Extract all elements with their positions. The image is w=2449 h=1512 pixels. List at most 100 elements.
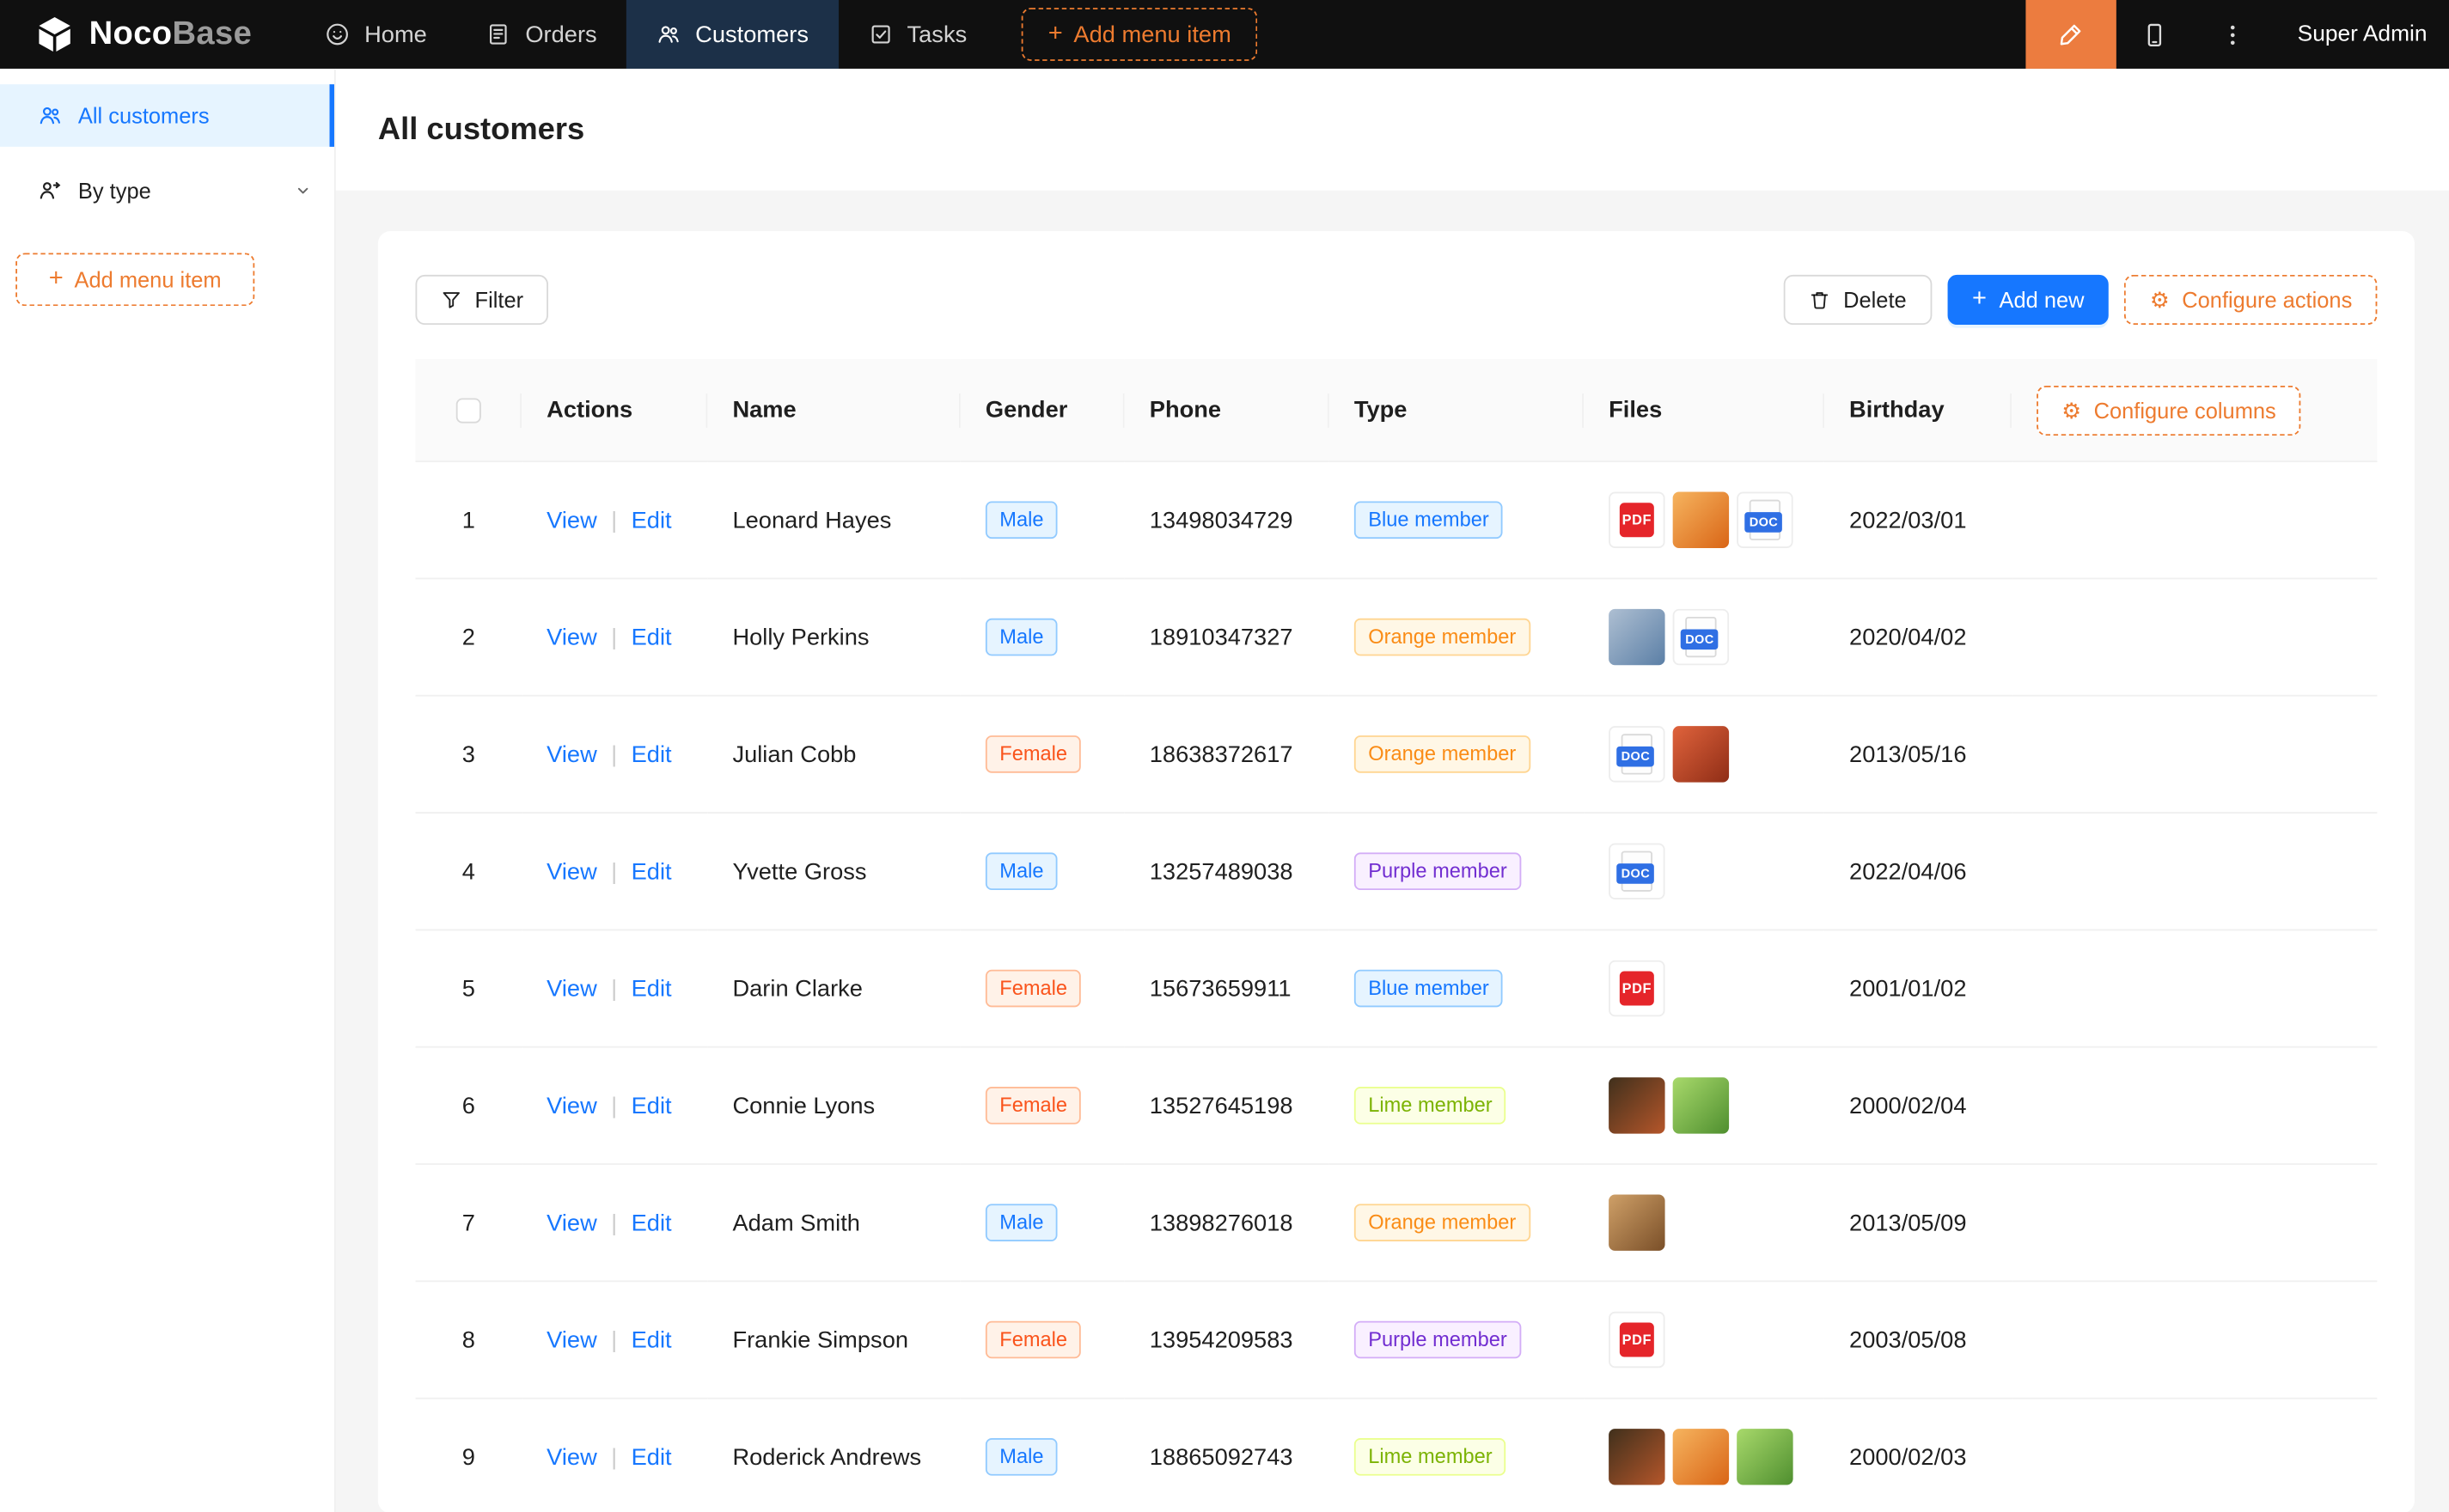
gender-cell: Male <box>961 814 1125 930</box>
nav-item-orders[interactable]: Orders <box>456 0 626 69</box>
add-new-button[interactable]: + Add new <box>1947 275 2110 325</box>
nav-item-home[interactable]: Home <box>296 0 456 69</box>
birthday-cell: 2022/03/01 <box>1824 462 2012 579</box>
nocobase-logo[interactable]: NocoBase <box>0 0 296 69</box>
type-tag: Orange member <box>1354 1204 1530 1241</box>
view-link[interactable]: View <box>547 507 597 533</box>
photo-orange-thumbnail[interactable] <box>1673 492 1729 548</box>
nav-item-tasks[interactable]: Tasks <box>839 0 997 69</box>
table-row: 9 View|Edit Roderick Andrews Male 188650… <box>415 1399 2377 1512</box>
empty-cell <box>2012 697 2377 814</box>
main-menu: Home Orders Customers Tasks <box>296 0 1258 69</box>
edit-link[interactable]: Edit <box>632 741 672 767</box>
row-actions-cell: View|Edit <box>522 1048 707 1165</box>
nav-add-menu-item-button[interactable]: + Add menu item <box>1022 8 1258 61</box>
phone-cell: 13527645198 <box>1125 1048 1329 1165</box>
edit-link[interactable]: Edit <box>632 1326 672 1353</box>
ui-editor-button[interactable] <box>2025 0 2116 69</box>
files-cell <box>1584 1165 1824 1282</box>
doc-thumbnail[interactable]: DOC <box>1609 844 1664 899</box>
photo-green-thumbnail[interactable] <box>1737 1429 1792 1485</box>
row-index: 6 <box>415 1048 522 1165</box>
row-index: 8 <box>415 1282 522 1399</box>
empty-cell <box>2012 1282 2377 1399</box>
action-separator: | <box>611 1443 617 1470</box>
pen-icon <box>2057 21 2086 49</box>
edit-link[interactable]: Edit <box>632 858 672 885</box>
files-cell: PDF DOC <box>1584 462 1824 579</box>
row-actions-cell: View|Edit <box>522 930 707 1047</box>
edit-link[interactable]: Edit <box>632 1443 672 1470</box>
photo-red-thumbnail[interactable] <box>1673 726 1729 782</box>
edit-link[interactable]: Edit <box>632 1092 672 1119</box>
type-cell: Lime member <box>1329 1048 1584 1165</box>
photo-orange-thumbnail[interactable] <box>1673 1429 1729 1485</box>
table-header-row: Actions Name Gender Phone Type Files Bir… <box>415 359 2377 462</box>
pdf-thumbnail[interactable]: PDF <box>1609 960 1664 1016</box>
mobile-view-button[interactable] <box>2116 0 2195 69</box>
plus-icon: + <box>1048 21 1063 46</box>
birthday-cell: 2013/05/16 <box>1824 697 2012 814</box>
view-link[interactable]: View <box>547 858 597 885</box>
configure-actions-button[interactable]: ⚙ Configure actions <box>2125 275 2378 325</box>
birthday-cell: 2000/02/04 <box>1824 1048 2012 1165</box>
view-link[interactable]: View <box>547 1326 597 1353</box>
birthday-cell: 2022/04/06 <box>1824 814 2012 930</box>
filter-button[interactable]: Filter <box>415 275 548 325</box>
type-cell: Purple member <box>1329 1282 1584 1399</box>
view-link[interactable]: View <box>547 1443 597 1470</box>
table-row: 4 View|Edit Yvette Gross Male 1325748903… <box>415 814 2377 930</box>
plus-icon: + <box>49 267 64 292</box>
type-cell: Purple member <box>1329 814 1584 930</box>
edit-link[interactable]: Edit <box>632 1210 672 1236</box>
files-cell: PDF <box>1584 930 1824 1047</box>
photo-dark-thumbnail[interactable] <box>1609 1077 1664 1133</box>
view-link[interactable]: View <box>547 1210 597 1236</box>
files-cell: PDF <box>1584 1282 1824 1399</box>
sidebar-item-all-customers[interactable]: All customers <box>0 84 334 147</box>
gender-tag: Female <box>986 1321 1082 1359</box>
row-actions-cell: View|Edit <box>522 1165 707 1282</box>
gender-tag: Female <box>986 735 1082 773</box>
type-tag: Lime member <box>1354 1087 1506 1125</box>
nav-item-customers[interactable]: Customers <box>626 0 838 69</box>
photo-brown-thumbnail[interactable] <box>1609 1194 1664 1250</box>
current-user-menu[interactable]: Super Admin <box>2273 0 2449 69</box>
select-all-checkbox[interactable] <box>456 399 481 424</box>
pdf-icon: PDF <box>1620 503 1654 537</box>
sidebar-item-by-type[interactable]: By type <box>0 159 334 222</box>
sidebar-add-menu-item-button[interactable]: + Add menu item <box>15 253 254 306</box>
birthday-cell: 2001/01/02 <box>1824 930 2012 1047</box>
table-row: 8 View|Edit Frankie Simpson Female 13954… <box>415 1282 2377 1399</box>
nocobase-logo-icon <box>34 14 75 54</box>
edit-link[interactable]: Edit <box>632 624 672 650</box>
doc-thumbnail[interactable]: DOC <box>1737 492 1792 548</box>
edit-link[interactable]: Edit <box>632 507 672 533</box>
doc-thumbnail[interactable]: DOC <box>1609 726 1664 782</box>
birthday-cell: 2020/04/02 <box>1824 579 2012 696</box>
pdf-thumbnail[interactable]: PDF <box>1609 492 1664 548</box>
phone-cell: 13898276018 <box>1125 1165 1329 1282</box>
column-header-files: Files <box>1584 359 1824 462</box>
customer-name-cell: Frankie Simpson <box>707 1282 960 1399</box>
view-link[interactable]: View <box>547 975 597 1002</box>
table-row: 5 View|Edit Darin Clarke Female 15673659… <box>415 930 2377 1047</box>
photo-dark-thumbnail[interactable] <box>1609 1429 1664 1485</box>
view-link[interactable]: View <box>547 741 597 767</box>
delete-button[interactable]: Delete <box>1784 275 1932 325</box>
view-link[interactable]: View <box>547 624 597 650</box>
doc-thumbnail[interactable]: DOC <box>1673 609 1729 665</box>
photo-green-thumbnail[interactable] <box>1673 1077 1729 1133</box>
pdf-thumbnail[interactable]: PDF <box>1609 1312 1664 1368</box>
edit-link[interactable]: Edit <box>632 975 672 1002</box>
more-options-button[interactable] <box>2195 0 2273 69</box>
toolbar-right-actions: Delete + Add new ⚙ Configure actions <box>1784 275 2377 325</box>
table-row: 6 View|Edit Connie Lyons Female 13527645… <box>415 1048 2377 1165</box>
navbar-right-actions: Super Admin <box>2025 0 2449 69</box>
customers-icon <box>657 21 681 46</box>
photo-blue-thumbnail[interactable] <box>1609 609 1664 665</box>
app-root: NocoBase Home Orders <box>0 0 2449 1512</box>
configure-columns-button[interactable]: ⚙ Configure columns <box>2037 385 2301 435</box>
view-link[interactable]: View <box>547 1092 597 1119</box>
table-row: 2 View|Edit Holly Perkins Male 189103473… <box>415 579 2377 696</box>
